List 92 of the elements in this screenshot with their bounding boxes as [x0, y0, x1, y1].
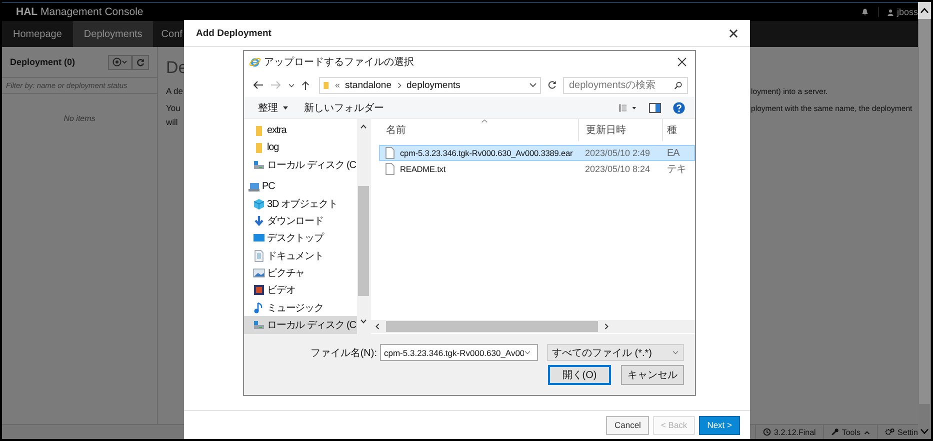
nav-pane-item[interactable]: ビデオ — [244, 282, 357, 299]
user-icon — [886, 8, 894, 16]
scroll-up-icon[interactable] — [918, 2, 931, 19]
cube-icon — [253, 198, 265, 210]
wizard-button[interactable]: Cancel — [606, 416, 649, 434]
document-icon — [253, 250, 265, 262]
monitor-icon — [253, 232, 265, 244]
file-row[interactable]: README.txt 2023/05/10 8:24 テキ — [379, 161, 695, 177]
description-text: A de — [166, 86, 184, 96]
footer-item[interactable]: Tools — [822, 425, 877, 439]
nav-tab[interactable]: Conf — [153, 21, 182, 47]
nav-tab[interactable]: Deployments — [72, 21, 154, 47]
column-header[interactable]: 種 — [663, 119, 695, 141]
breadcrumb[interactable]: deployments — [406, 80, 460, 90]
refresh-icon — [136, 58, 145, 66]
app-title: HAL Management Console — [16, 6, 144, 18]
column-header[interactable]: 名前 — [379, 119, 579, 141]
help-icon[interactable] — [673, 102, 685, 114]
file-icon — [385, 163, 395, 175]
film-icon — [253, 284, 265, 296]
computer-icon — [248, 180, 260, 193]
chevron-down-icon — [672, 350, 679, 355]
nav-scrollbar[interactable] — [357, 119, 370, 334]
chevron-down-icon[interactable] — [529, 82, 537, 88]
scroll-down-icon[interactable] — [920, 428, 929, 435]
footer-item[interactable]: 3.2.12.Final — [755, 425, 823, 439]
sort-caret-icon — [481, 119, 488, 123]
folder-icon — [323, 80, 330, 90]
empty-message: No items — [64, 114, 96, 123]
nav-pane-item[interactable]: extra — [244, 122, 357, 140]
panel-title: Deployment (0) — [10, 57, 76, 67]
overflow-chevron[interactable]: « — [335, 80, 340, 90]
toolbar-button[interactable]: 新しいフォルダー — [302, 100, 386, 114]
scroll-right-icon[interactable] — [604, 323, 609, 330]
refresh-button[interactable] — [132, 54, 149, 70]
address-bar[interactable]: « standalone deployments — [319, 76, 541, 94]
back-arrow-icon[interactable] — [252, 80, 264, 90]
nav-pane-item[interactable]: ピクチャ — [244, 264, 357, 282]
up-arrow-icon[interactable] — [301, 80, 310, 90]
view-options-icon[interactable] — [618, 102, 637, 112]
file-name-field[interactable]: cpm-5.3.23.346.tgk-Rv000.630_Av00 — [380, 344, 538, 361]
globe-icon — [249, 56, 261, 68]
toolbar-button[interactable]: 整理 — [256, 100, 290, 114]
nav-tab[interactable]: Homepage — [2, 21, 73, 47]
nav-pane-item[interactable]: ドキュメント — [244, 247, 357, 264]
wizard-button[interactable]: Next > — [699, 416, 740, 434]
chevron-right-icon — [396, 82, 402, 88]
picture-icon — [253, 267, 265, 280]
file-icon — [385, 147, 395, 159]
caret-up-icon — [864, 430, 870, 434]
nav-pane-item[interactable]: 3D オブジェクト — [244, 195, 357, 212]
scroll-down-icon[interactable] — [360, 319, 367, 324]
dialog-button[interactable]: 開く(O) — [548, 365, 611, 385]
caret-down-icon — [283, 106, 288, 110]
nav-pane-item[interactable]: デスクトップ — [244, 230, 357, 248]
folder-icon — [253, 124, 265, 137]
dialog-title: アップロードするファイルの選択 — [264, 56, 414, 69]
nav-pane-item[interactable]: ローカル ディスク (C — [244, 156, 357, 174]
chevron-down-icon[interactable] — [524, 350, 531, 355]
column-header[interactable]: 更新日時 — [579, 119, 663, 141]
search-icon — [674, 80, 682, 90]
description-text: You — [166, 103, 180, 113]
folder-icon — [253, 142, 265, 154]
clock-icon — [763, 428, 772, 436]
dialog-button[interactable]: キャンセル — [621, 365, 684, 385]
preview-pane-icon[interactable] — [649, 102, 661, 112]
scroll-left-icon[interactable] — [375, 323, 380, 330]
modal-title: Add Deployment — [196, 28, 272, 38]
circle-caret-icon — [112, 57, 128, 67]
nav-pane-item[interactable]: ダウンロード — [244, 212, 357, 230]
bell-icon[interactable] — [860, 8, 869, 16]
close-icon[interactable] — [677, 57, 687, 67]
nav-pane-item[interactable]: ミュージック — [244, 298, 357, 316]
nav-pane-item[interactable]: ローカル ディスク (C — [244, 316, 357, 334]
breadcrumb[interactable]: standalone — [345, 80, 392, 90]
file-type-dropdown[interactable]: すべてのファイル (*.*) — [547, 344, 684, 361]
add-dropdown-button[interactable] — [108, 54, 132, 70]
nav-pane-item[interactable]: PC — [244, 178, 357, 196]
drive-icon — [253, 318, 265, 331]
download-arrow-icon — [253, 215, 265, 228]
file-name-label: ファイル名(N): — [310, 346, 377, 360]
file-row[interactable]: cpm-5.3.23.346.tgk-Rv000.630_Av000.3389.ear 2023/05/10 2:49 EA — [379, 145, 695, 161]
chevron-down-icon[interactable] — [288, 82, 295, 88]
drive-icon — [253, 159, 265, 172]
nav-pane-item[interactable]: log — [244, 139, 357, 157]
music-note-icon — [253, 302, 265, 314]
refresh-icon[interactable] — [547, 80, 557, 90]
search-field[interactable]: deploymentsの検索 — [563, 76, 688, 94]
horizontal-scrollbar[interactable] — [371, 320, 695, 333]
scroll-up-icon[interactable] — [360, 124, 367, 129]
description-text: will — [166, 117, 178, 127]
close-icon[interactable] — [729, 28, 738, 38]
